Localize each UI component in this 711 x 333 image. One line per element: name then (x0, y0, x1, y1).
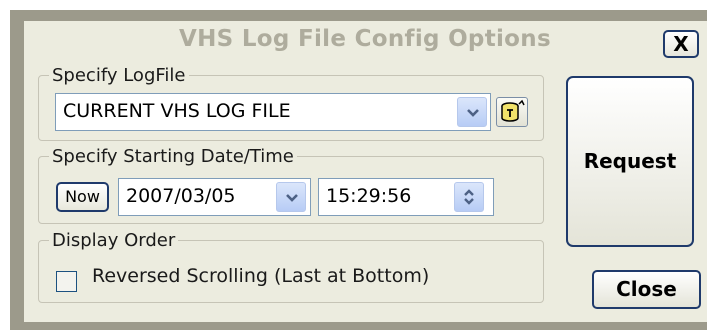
logfile-legend: Specify LogFile (52, 65, 186, 86)
start-datetime-legend: Specify Starting Date/Time (52, 146, 294, 167)
time-spinner[interactable]: 15:29:56 (318, 178, 494, 216)
request-button[interactable]: Request (566, 76, 694, 247)
date-select[interactable]: 2007/03/05 (118, 178, 311, 216)
logfile-dropdown-button[interactable] (457, 97, 487, 127)
logfile-selected-value: CURRENT VHS LOG FILE (63, 100, 291, 122)
time-value: 15:29:56 (326, 185, 412, 207)
reversed-scrolling-checkbox[interactable] (56, 271, 77, 292)
database-icon (501, 99, 525, 122)
date-value: 2007/03/05 (126, 185, 236, 207)
time-spin-buttons[interactable] (454, 182, 484, 212)
dialog-title: VHS Log File Config Options (179, 26, 551, 52)
chevron-down-icon (467, 109, 479, 117)
logfile-browse-button[interactable] (496, 97, 528, 127)
date-dropdown-button[interactable] (276, 182, 306, 212)
reversed-scrolling-label[interactable]: Reversed Scrolling (Last at Bottom) (92, 265, 429, 287)
now-button[interactable]: Now (56, 182, 109, 212)
logfile-select[interactable]: CURRENT VHS LOG FILE (55, 93, 491, 131)
close-button[interactable]: Close (592, 270, 701, 309)
close-x-button[interactable]: X (663, 30, 699, 58)
spinner-arrows-icon (464, 189, 474, 205)
chevron-down-icon (286, 194, 298, 202)
display-order-legend: Display Order (52, 230, 176, 251)
